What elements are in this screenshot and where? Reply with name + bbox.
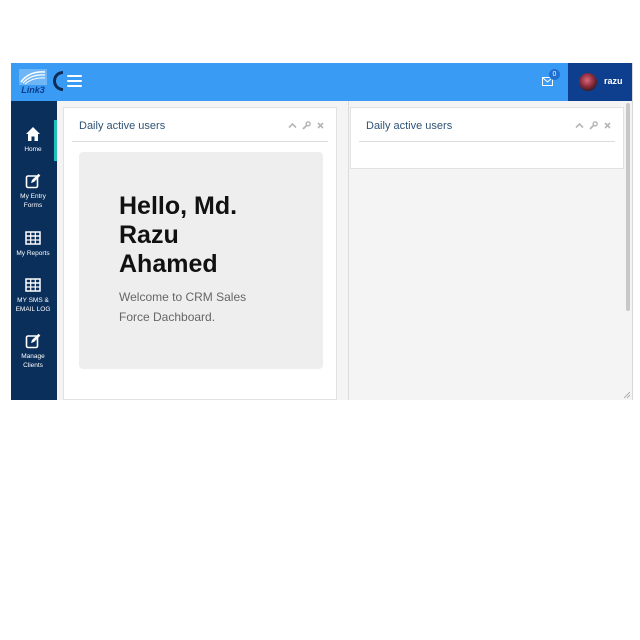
sidebar-item-label: My Entry [20,193,46,200]
sidebar-item-label: Home [24,146,42,153]
welcome-line: Force Dachboard. [119,310,216,324]
widget-panel-right: Daily active users [350,107,624,169]
welcome-card: Hello, Md. Razu Ahamed Welcome to CRM Sa… [79,152,323,369]
edit-icon [25,173,41,189]
sidebar-item-label: MY SMS & [17,297,49,304]
resize-grip-icon[interactable] [622,390,631,399]
sidebar-item-label: My Reports [16,250,50,257]
link3-logo: Link3 [19,69,47,95]
sidebar-item-manage-clients[interactable]: Manage Clients [11,333,55,370]
close-icon[interactable] [603,121,612,130]
panel-title: Daily active users [366,120,453,132]
logo-area[interactable]: Link3 [11,63,57,101]
logo-swoosh-icon [19,69,47,85]
logo-text: Link3 [21,85,45,95]
sidebar: Home My Entry Forms My Reports MY SMS & … [11,101,57,400]
avatar [579,73,597,91]
top-navbar: Link3 0 razu [11,63,632,101]
sidebar-item-sms-email-log[interactable]: MY SMS & EMAIL LOG [11,277,55,314]
vertical-scrollbar[interactable] [626,103,630,311]
sidebar-item-label: EMAIL LOG [15,306,51,313]
sidebar-item-entry-forms[interactable]: My Entry Forms [11,173,55,210]
welcome-heading: Hello, Md. Razu Ahamed [119,192,299,279]
panel-divider [359,141,615,142]
collapse-chevron-up-icon[interactable] [288,121,297,130]
table-icon [25,231,41,245]
wrench-icon[interactable] [589,121,598,130]
greeting-line: Hello, Md. [119,192,238,220]
home-icon [26,127,40,141]
panel-toolbar [288,121,328,131]
welcome-message: Welcome to CRM Sales Force Dachboard. [119,287,299,327]
greeting-line: Ahamed [119,250,218,278]
close-icon[interactable] [316,121,325,130]
mail-count-badge: 0 [549,69,560,80]
panel-title: Daily active users [79,120,166,132]
edit-icon [25,333,41,349]
sidebar-item-label: Clients [23,362,43,369]
sidebar-item-label: Manage [21,353,45,360]
sidebar-item-label: Forms [23,202,43,209]
user-menu[interactable]: razu [568,63,632,101]
widget-panel-left: Daily active users Hello, Md. Razu Ahame… [63,107,337,400]
dashboard-content: Daily active users Hello, Md. Razu Ahame… [63,107,632,400]
sidebar-item-home[interactable]: Home [11,126,55,154]
collapse-chevron-up-icon[interactable] [575,121,584,130]
panel-toolbar [575,121,615,131]
welcome-line: Welcome to CRM Sales [119,290,247,304]
app-window: Link3 0 razu Home My Entry Forms My Repo… [11,63,633,400]
username: razu [604,76,623,86]
greeting-line: Razu [119,221,179,249]
panel-divider [72,141,328,142]
table-icon [25,278,41,292]
hamburger-menu-icon[interactable] [67,75,82,89]
wrench-icon[interactable] [302,121,311,130]
sidebar-item-my-reports[interactable]: My Reports [11,230,55,258]
